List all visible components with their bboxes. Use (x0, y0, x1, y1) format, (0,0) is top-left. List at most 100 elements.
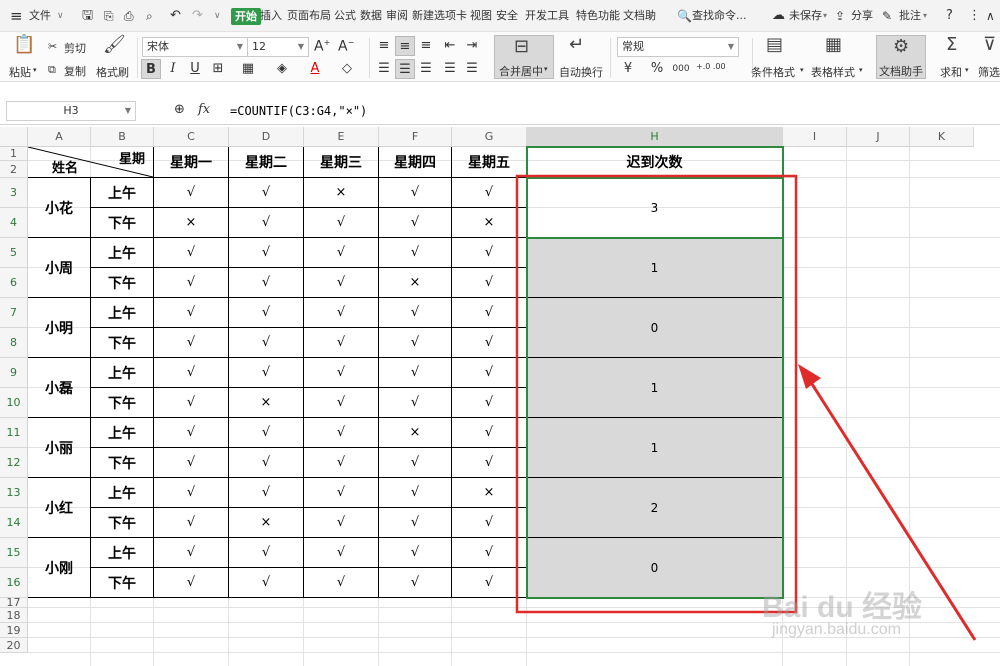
attendance-cell[interactable]: × (379, 418, 452, 448)
row-header[interactable]: 16 (0, 568, 28, 598)
merge-center-button[interactable]: ⊟ 合并居中 ▾ (494, 35, 554, 79)
tab-new-tab[interactable]: 新建选项卡 (412, 0, 467, 32)
attendance-cell[interactable]: √ (379, 178, 452, 208)
search-icon[interactable]: 🔍 (677, 0, 692, 32)
attendance-cell[interactable]: √ (154, 538, 229, 568)
share-button[interactable]: 分享 (851, 0, 873, 32)
attendance-cell[interactable]: √ (379, 328, 452, 358)
row-header[interactable]: 19 (0, 623, 28, 638)
pm-label-cell[interactable]: 下午 (91, 508, 154, 538)
name-cell[interactable]: 小丽 (28, 418, 91, 478)
attendance-cell[interactable]: √ (452, 538, 527, 568)
attendance-cell[interactable]: √ (452, 508, 527, 538)
attendance-cell[interactable]: √ (304, 358, 379, 388)
comment-icon[interactable]: ✎ (882, 0, 892, 32)
conditional-format-button[interactable]: 条件格式 (751, 64, 795, 80)
align-right-icon[interactable]: ☰ (416, 59, 436, 79)
collapse-ribbon-icon[interactable]: ∧ (986, 0, 995, 32)
am-label-cell[interactable]: 上午 (91, 358, 154, 388)
attendance-cell[interactable]: √ (304, 448, 379, 478)
weekday-header-cell[interactable]: 星期三 (304, 147, 379, 178)
row-header[interactable]: 1 (0, 147, 28, 161)
row-header[interactable]: 8 (0, 328, 28, 358)
attendance-cell[interactable]: √ (304, 538, 379, 568)
attendance-cell[interactable]: × (229, 388, 304, 418)
quick-access-dropdown-icon[interactable]: ∨ (214, 0, 221, 32)
attendance-cell[interactable]: √ (452, 358, 527, 388)
borders-icon[interactable]: ⊞ (208, 59, 228, 79)
format-painter-icon[interactable]: 🖌 (103, 34, 126, 55)
comment-dropdown-icon[interactable]: ▾ (923, 0, 927, 32)
format-painter-button[interactable]: 格式刷 (96, 64, 129, 80)
wrap-text-icon[interactable]: ↵ (569, 34, 584, 55)
zoom-icon[interactable]: ⊕ (174, 102, 185, 117)
attendance-cell[interactable]: √ (452, 328, 527, 358)
wrap-text-button[interactable]: 自动换行 (559, 64, 603, 80)
column-header[interactable]: I (783, 127, 847, 147)
attendance-cell[interactable]: √ (154, 568, 229, 598)
pm-label-cell[interactable]: 下午 (91, 328, 154, 358)
attendance-cell[interactable]: √ (452, 238, 527, 268)
row-header[interactable]: 13 (0, 478, 28, 508)
name-cell[interactable]: 小花 (28, 178, 91, 238)
column-header[interactable]: G (452, 127, 527, 147)
conditional-format-dropdown-icon[interactable]: ▾ (800, 66, 804, 74)
conditional-format-icon[interactable]: ▤ (766, 34, 783, 55)
tab-data[interactable]: 数据 (360, 0, 382, 32)
row-header[interactable]: 4 (0, 208, 28, 238)
attendance-cell[interactable]: √ (379, 388, 452, 418)
insert-function-icon[interactable]: fx (198, 102, 210, 117)
cut-button[interactable]: 剪切 (64, 40, 86, 56)
attendance-cell[interactable]: √ (379, 538, 452, 568)
attendance-cell[interactable]: √ (304, 478, 379, 508)
attendance-cell[interactable]: √ (379, 358, 452, 388)
attendance-cell[interactable]: √ (304, 208, 379, 238)
attendance-cell[interactable]: √ (452, 418, 527, 448)
attendance-cell[interactable]: √ (229, 208, 304, 238)
unsaved-dropdown-icon[interactable]: ▾ (823, 0, 827, 32)
justify-icon[interactable]: ☰ (440, 59, 460, 79)
row-header[interactable]: 6 (0, 268, 28, 298)
table-style-dropdown-icon[interactable]: ▾ (859, 66, 863, 74)
attendance-cell[interactable]: √ (154, 298, 229, 328)
clear-format-icon[interactable]: ◇ (337, 59, 357, 79)
attendance-cell[interactable]: √ (229, 568, 304, 598)
diagonal-header-cell[interactable]: 星期 姓名 (28, 147, 154, 178)
column-header[interactable]: J (847, 127, 910, 147)
percent-icon[interactable]: % (647, 59, 667, 79)
attendance-cell[interactable]: √ (379, 448, 452, 478)
weekday-header-cell[interactable]: 星期二 (229, 147, 304, 178)
column-header[interactable]: B (91, 127, 154, 147)
am-label-cell[interactable]: 上午 (91, 238, 154, 268)
attendance-cell[interactable]: √ (452, 298, 527, 328)
undo-icon[interactable]: ↶ (170, 0, 181, 32)
attendance-cell[interactable]: √ (304, 238, 379, 268)
name-cell[interactable]: 小刚 (28, 538, 91, 598)
underline-icon[interactable]: U (185, 59, 205, 79)
attendance-cell[interactable]: √ (154, 178, 229, 208)
attendance-cell[interactable]: √ (229, 358, 304, 388)
attendance-cell[interactable]: √ (229, 328, 304, 358)
bold-icon[interactable]: B (141, 59, 161, 79)
attendance-cell[interactable]: √ (154, 238, 229, 268)
pm-label-cell[interactable]: 下午 (91, 388, 154, 418)
attendance-cell[interactable]: √ (304, 328, 379, 358)
attendance-cell[interactable]: √ (229, 178, 304, 208)
unsaved-status[interactable]: 未保存 (789, 0, 822, 32)
tab-start[interactable]: 开始 (231, 8, 261, 25)
attendance-cell[interactable]: √ (379, 208, 452, 238)
align-center-icon[interactable]: ☰ (395, 59, 415, 79)
row-header[interactable]: 2 (0, 161, 28, 178)
paste-icon[interactable]: 📋 (13, 34, 35, 55)
attendance-cell[interactable]: √ (379, 508, 452, 538)
filter-button[interactable]: 筛选 (978, 64, 1000, 80)
number-format-select[interactable]: 常规 ▼ (617, 37, 739, 57)
column-header[interactable]: K (910, 127, 974, 147)
am-label-cell[interactable]: 上午 (91, 538, 154, 568)
attendance-cell[interactable]: × (452, 208, 527, 238)
row-header[interactable]: 11 (0, 418, 28, 448)
attendance-cell[interactable]: × (452, 478, 527, 508)
table-style-icon[interactable]: ▦ (825, 34, 842, 55)
attendance-cell[interactable]: √ (229, 448, 304, 478)
pm-label-cell[interactable]: 下午 (91, 448, 154, 478)
